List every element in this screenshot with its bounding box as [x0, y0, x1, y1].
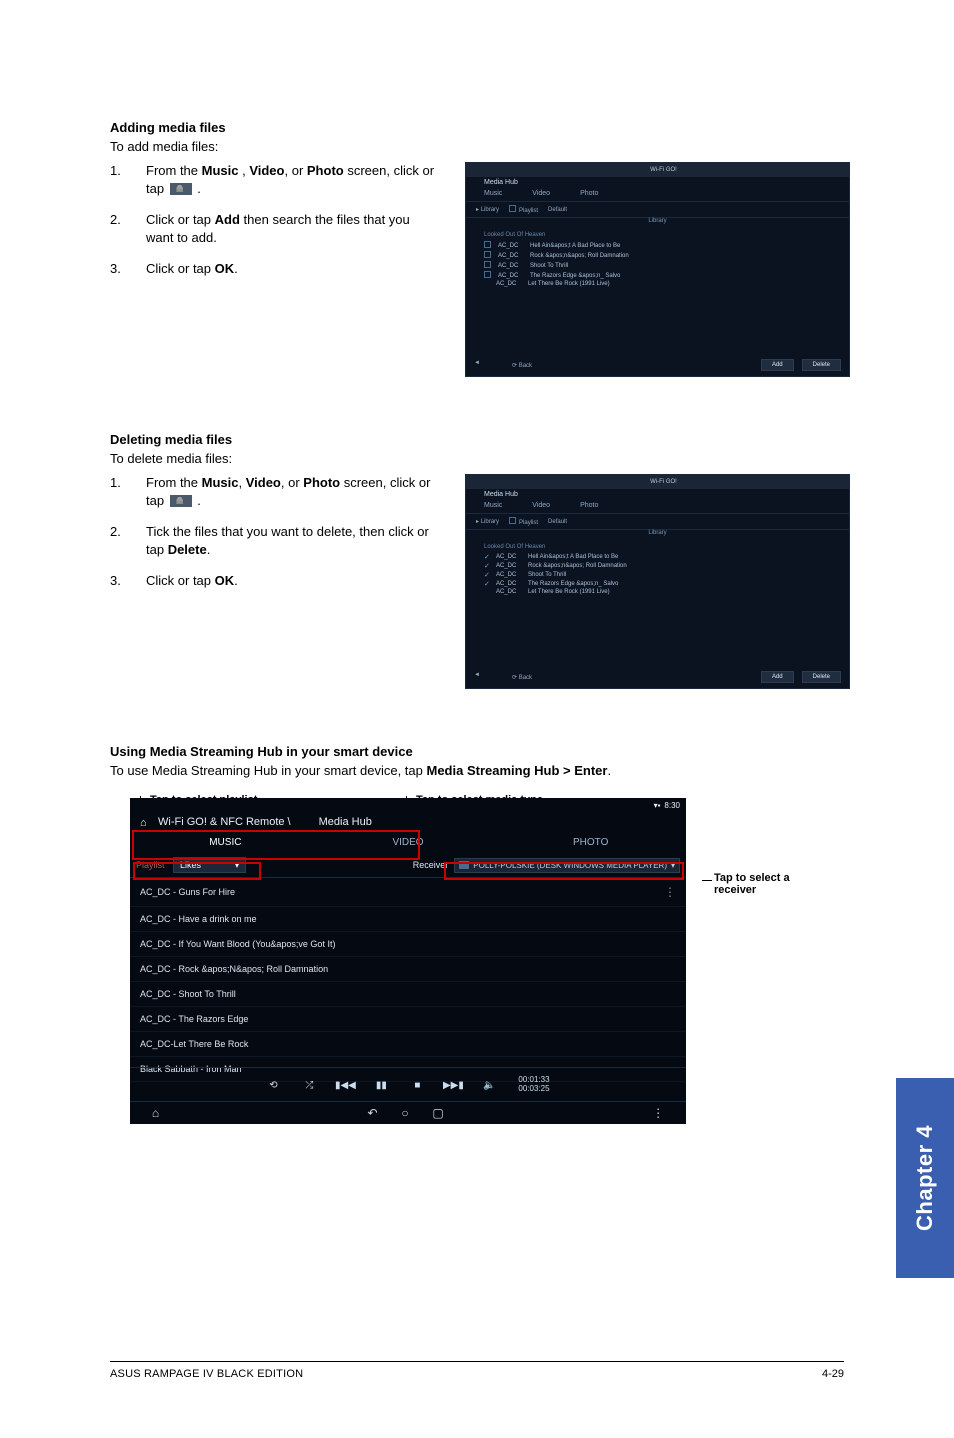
step-num: 3.	[110, 260, 146, 278]
deleting-intro: To delete media files:	[110, 451, 844, 466]
media-hub-screenshot-delete: Wi-Fi GO! Media Hub Music Video Photo ▸ …	[465, 474, 850, 689]
step-text: Tick the files that you want to delete, …	[146, 523, 435, 558]
pause-icon[interactable]: ▮▮	[374, 1080, 388, 1091]
adding-intro: To add media files:	[110, 139, 844, 154]
list-item[interactable]: AC_DC - Have a drink on me	[130, 907, 686, 932]
list-icon	[170, 183, 192, 195]
annotation-receiver: Tap to select a receiver	[714, 872, 814, 896]
back-icon[interactable]: ↶	[368, 1106, 378, 1120]
menu-icon[interactable]: ⋮	[652, 1106, 664, 1120]
step-text: Click or tap OK.	[146, 572, 435, 590]
deleting-heading: Deleting media files	[110, 432, 844, 447]
tab-video[interactable]: Video	[317, 832, 500, 853]
receiver-dropdown[interactable]: POLLY-POLSKIE (DESK WINDOWS MEDIA PLAYER…	[454, 858, 680, 873]
step-text: Click or tap OK.	[146, 260, 435, 278]
step-text: From the Music , Video, or Photo screen,…	[146, 162, 435, 197]
list-item[interactable]: AC_DC - Rock &apos;N&apos; Roll Damnatio…	[130, 957, 686, 982]
step-text: From the Music, Video, or Photo screen, …	[146, 474, 435, 509]
recent-icon[interactable]: ▢	[432, 1106, 443, 1120]
delete-button[interactable]: Delete	[802, 359, 841, 371]
step-num: 2.	[110, 523, 146, 558]
signal-icon: ▾▪	[654, 801, 661, 810]
adding-heading: Adding media files	[110, 120, 844, 135]
home-icon[interactable]: ⌂	[152, 1106, 159, 1120]
playlist-dropdown[interactable]: Likes▾	[173, 857, 246, 873]
step-num: 3.	[110, 572, 146, 590]
home-nav-icon[interactable]: ○	[401, 1106, 408, 1120]
smart-device-intro: To use Media Streaming Hub in your smart…	[110, 763, 844, 778]
list-item[interactable]: AC_DC-Let There Be Rock	[130, 1032, 686, 1057]
monitor-icon	[459, 861, 469, 869]
step-text: Click or tap Add then search the files t…	[146, 211, 435, 246]
back-icon: ◄	[474, 672, 486, 682]
step-num: 1.	[110, 162, 146, 197]
add-button[interactable]: Add	[761, 359, 794, 371]
list-item[interactable]: AC_DC - The Razors Edge	[130, 1007, 686, 1032]
tab-music[interactable]: Music	[134, 832, 317, 853]
prev-icon[interactable]: ▮◀◀	[338, 1080, 352, 1091]
page-number: 4-29	[822, 1368, 844, 1380]
footer-product: ASUS RAMPAGE IV BLACK EDITION	[110, 1368, 303, 1380]
media-hub-screenshot-add: Wi-Fi GO! Media Hub Music Video Photo ▸ …	[465, 162, 850, 377]
add-button[interactable]: Add	[761, 671, 794, 683]
menu-icon[interactable]: ⋮	[664, 885, 676, 899]
stop-icon[interactable]: ■	[410, 1080, 424, 1091]
time-display: 00:01:33 00:03:25	[518, 1076, 549, 1094]
step-num: 2.	[110, 211, 146, 246]
list-item[interactable]: AC_DC - Shoot To Thrill	[130, 982, 686, 1007]
delete-button[interactable]: Delete	[802, 671, 841, 683]
chevron-down-icon: ▾	[671, 861, 675, 870]
smart-device-screenshot: ▾▪8:30 ⌂ Wi-Fi GO! & NFC Remote \ Media …	[130, 798, 686, 1124]
shuffle-icon[interactable]: ⤮	[302, 1080, 316, 1091]
back-icon: ◄	[474, 360, 486, 370]
list-icon	[170, 495, 192, 507]
chapter-tab: Chapter 4	[896, 1078, 954, 1278]
chevron-down-icon: ▾	[235, 861, 239, 870]
list-item[interactable]: AC_DC - If You Want Blood (You&apos;ve G…	[130, 932, 686, 957]
adding-steps-list: 1. From the Music , Video, or Photo scre…	[110, 162, 435, 278]
tab-photo[interactable]: Photo	[499, 832, 682, 853]
list-item[interactable]: AC_DC - Guns For Hire⋮	[130, 878, 686, 907]
next-icon[interactable]: ▶▶▮	[446, 1080, 460, 1091]
volume-icon[interactable]: 🔈	[482, 1080, 496, 1091]
step-num: 1.	[110, 474, 146, 509]
repeat-icon[interactable]: ⟲	[266, 1080, 280, 1091]
smart-device-heading: Using Media Streaming Hub in your smart …	[110, 744, 844, 759]
wifi-icon: ⌂	[140, 817, 152, 827]
deleting-steps-list: 1. From the Music, Video, or Photo scree…	[110, 474, 435, 590]
